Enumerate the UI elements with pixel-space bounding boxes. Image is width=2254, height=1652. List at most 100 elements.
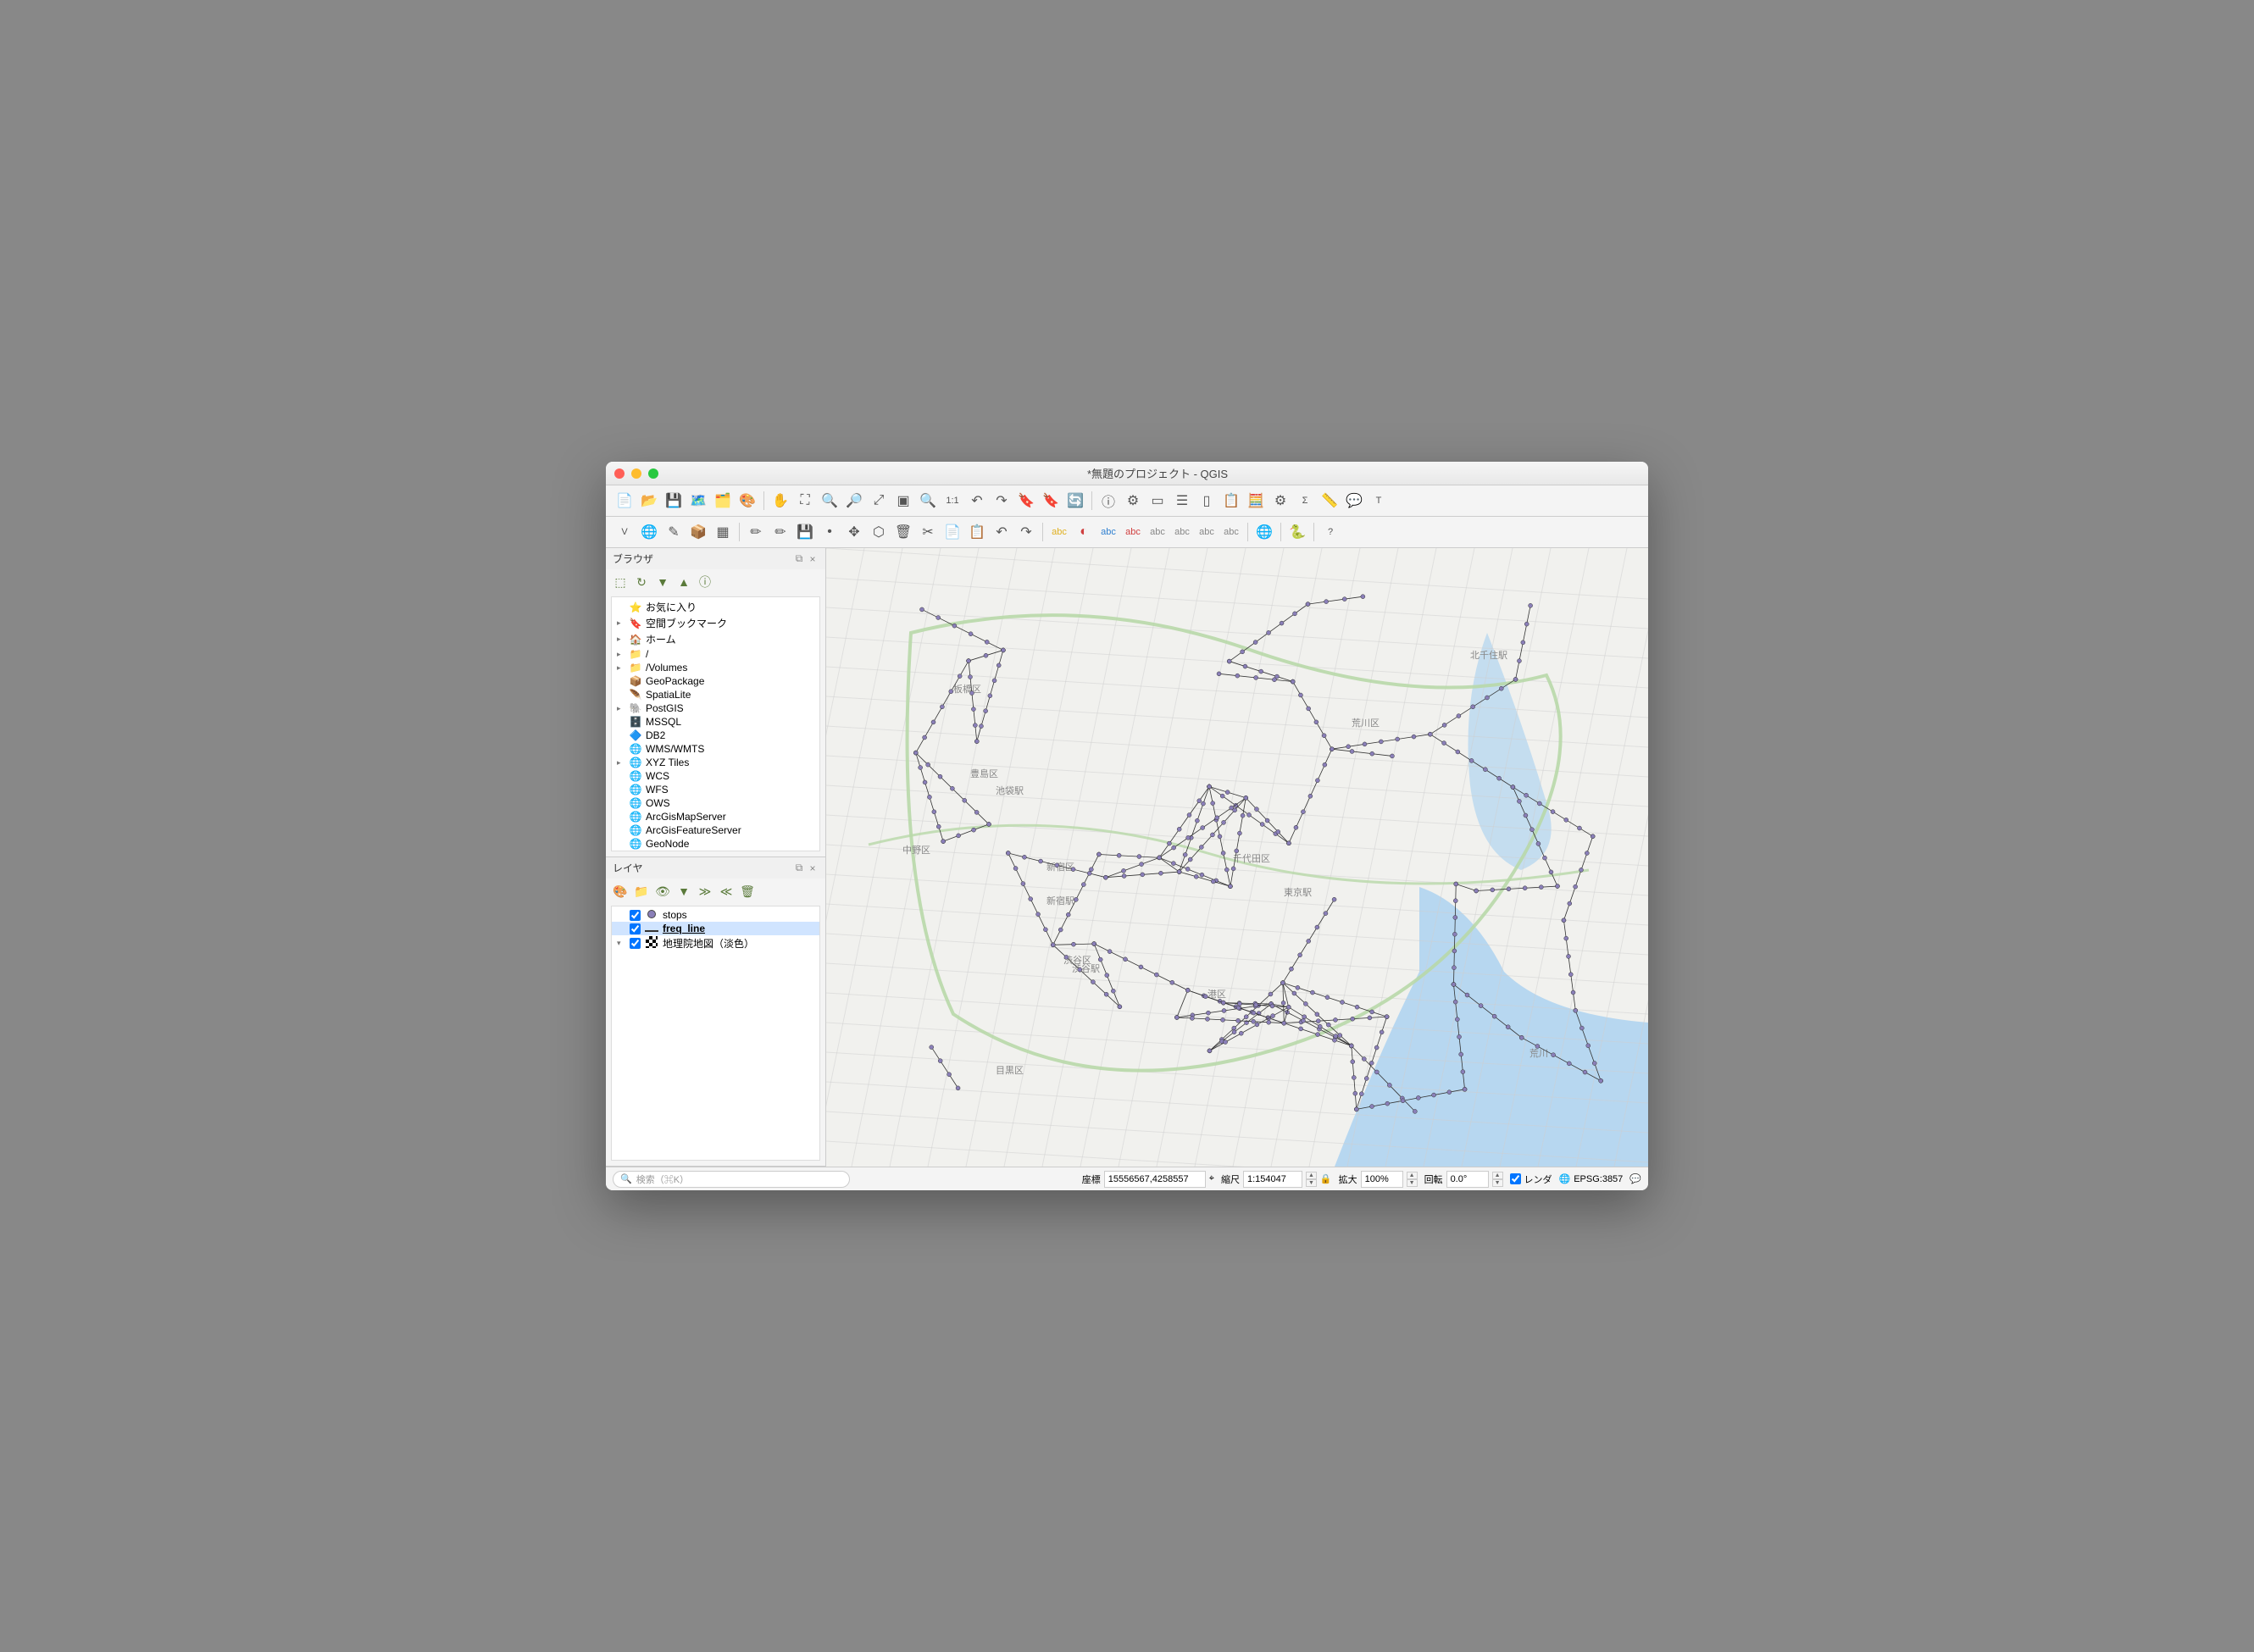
map-canvas[interactable]: 板橋区豊島区中野区新宿区千代田区港区目黒区渋谷区荒川区北千住駅池袋駅新宿駅渋谷駅… (826, 548, 1648, 1167)
cut-icon[interactable]: ✂ (916, 520, 940, 544)
rotation-spinner[interactable]: ▲▼ (1492, 1172, 1503, 1187)
add-vector-icon[interactable]: V (613, 520, 636, 544)
render-checkbox[interactable] (1510, 1173, 1521, 1184)
zoom-out-icon[interactable]: 🔎 (842, 489, 866, 513)
browser-item[interactable]: 🌐ArcGisMapServer (612, 810, 819, 823)
statistics-icon[interactable]: Σ (1293, 489, 1317, 513)
search-input[interactable]: 🔍 検索（⌘K） (613, 1171, 850, 1188)
browser-item[interactable]: 🌐GeoNode (612, 837, 819, 851)
browser-filter-icon[interactable]: ▼ (653, 573, 672, 591)
browser-item[interactable]: ⭐お気に入り (612, 599, 819, 615)
style-manager-icon[interactable]: 🎨 (736, 489, 759, 513)
layer-visibility-icon[interactable]: 👁 (653, 882, 672, 901)
browser-item[interactable]: 🔷DB2 (612, 729, 819, 742)
deselect-icon[interactable]: ▯ (1195, 489, 1219, 513)
layers-tree[interactable]: stopsfreq_line▾地理院地図（淡色） (611, 906, 820, 1161)
label-single-icon[interactable]: abc (1047, 520, 1071, 544)
zoom-layer-icon[interactable]: 🔍 (916, 489, 940, 513)
browser-item[interactable]: 🌐WFS (612, 783, 819, 796)
browser-item[interactable]: 📦GeoPackage (612, 674, 819, 688)
refresh-icon[interactable]: 🔄 (1063, 489, 1087, 513)
copy-icon[interactable]: 📄 (941, 520, 964, 544)
layout-manager-icon[interactable]: 🗂️ (711, 489, 735, 513)
save-edits-icon[interactable]: 💾 (793, 520, 817, 544)
panel-close-icon[interactable]: × (807, 553, 819, 565)
zoom-full-icon[interactable]: ⤢ (867, 489, 891, 513)
redo-icon[interactable]: ↷ (1014, 520, 1038, 544)
new-shapefile-icon[interactable]: ✎ (662, 520, 686, 544)
action-icon[interactable]: ⚙ (1121, 489, 1145, 513)
maximize-icon[interactable] (648, 468, 658, 479)
browser-item[interactable]: ▸🐘PostGIS (612, 701, 819, 715)
layer-addgroup-icon[interactable]: 📁 (632, 882, 651, 901)
label-move-icon[interactable]: abc (1170, 520, 1194, 544)
zoom-last-icon[interactable]: ↶ (965, 489, 989, 513)
layer-checkbox[interactable] (630, 938, 641, 949)
zoom-native-icon[interactable]: 1:1 (941, 489, 964, 513)
scale-input[interactable] (1243, 1171, 1302, 1188)
panel-close-icon[interactable]: × (807, 862, 819, 874)
layer-expand-icon[interactable]: ≫ (696, 882, 714, 901)
crs-field[interactable]: 🌐 EPSG:3857 (1559, 1173, 1624, 1184)
text-annotation-icon[interactable]: T (1367, 489, 1391, 513)
add-raster-icon[interactable]: 🌐 (637, 520, 661, 544)
magnifier-input[interactable] (1361, 1171, 1403, 1188)
new-bookmark-icon[interactable]: 🔖 (1014, 489, 1038, 513)
browser-properties-icon[interactable]: ⓘ (696, 573, 714, 591)
field-calc-icon[interactable]: 🧮 (1244, 489, 1268, 513)
delete-selected-icon[interactable]: 🗑 (891, 520, 915, 544)
undo-icon[interactable]: ↶ (990, 520, 1013, 544)
panel-undock-icon[interactable]: ⧉ (793, 553, 805, 565)
layer-style-icon[interactable]: 🎨 (611, 882, 630, 901)
toolbox-icon[interactable]: ⚙ (1269, 489, 1292, 513)
move-feature-icon[interactable]: ✥ (842, 520, 866, 544)
scale-lock-icon[interactable]: 🔒 (1320, 1173, 1332, 1184)
show-bookmarks-icon[interactable]: 🔖 (1039, 489, 1063, 513)
save-project-icon[interactable]: 💾 (662, 489, 686, 513)
zoom-next-icon[interactable]: ↷ (990, 489, 1013, 513)
map-tips-icon[interactable]: 💬 (1342, 489, 1366, 513)
open-project-icon[interactable]: 📂 (637, 489, 661, 513)
browser-item[interactable]: 🗄️MSSQL (612, 715, 819, 729)
label-rotate-icon[interactable]: abc (1195, 520, 1219, 544)
current-edits-icon[interactable]: ✏ (744, 520, 768, 544)
layer-item[interactable]: freq_line (612, 922, 819, 935)
label-change-icon[interactable]: abc (1219, 520, 1243, 544)
scale-spinner[interactable]: ▲▼ (1306, 1172, 1317, 1187)
browser-item[interactable]: ▸📁/ (612, 647, 819, 661)
toggle-editing-icon[interactable]: ✏ (769, 520, 792, 544)
coord-toggle-icon[interactable]: ⌖ (1209, 1173, 1214, 1184)
label-pin-icon[interactable]: abc (1121, 520, 1145, 544)
new-project-icon[interactable]: 📄 (613, 489, 636, 513)
magnifier-spinner[interactable]: ▲▼ (1407, 1172, 1418, 1187)
close-icon[interactable] (614, 468, 625, 479)
metasearch-icon[interactable]: 🌐 (1252, 520, 1276, 544)
browser-item[interactable]: ▸🌐XYZ Tiles (612, 756, 819, 769)
new-memory-icon[interactable]: ▦ (711, 520, 735, 544)
browser-item[interactable]: 🪶SpatiaLite (612, 688, 819, 701)
node-tool-icon[interactable]: ⬡ (867, 520, 891, 544)
browser-item[interactable]: 🌐WCS (612, 769, 819, 783)
browser-item[interactable]: 🌐WMS/WMTS (612, 742, 819, 756)
layer-remove-icon[interactable]: 🗑 (738, 882, 757, 901)
browser-tree[interactable]: ⭐お気に入り▸🔖空間ブックマーク▸🏠ホーム▸📁/▸📁/Volumes📦GeoPa… (611, 596, 820, 851)
layer-collapse-icon[interactable]: ≪ (717, 882, 736, 901)
select-features-icon[interactable]: ▭ (1146, 489, 1169, 513)
browser-item[interactable]: 🌐ArcGisFeatureServer (612, 823, 819, 837)
new-print-layout-icon[interactable]: 🗺️ (686, 489, 710, 513)
browser-collapse-icon[interactable]: ▲ (675, 573, 693, 591)
identify-icon[interactable]: ⓘ (1096, 489, 1120, 513)
paste-icon[interactable]: 📋 (965, 520, 989, 544)
browser-refresh-icon[interactable]: ↻ (632, 573, 651, 591)
browser-add-icon[interactable]: ⬚ (611, 573, 630, 591)
layer-filter-icon[interactable]: ▼ (675, 882, 693, 901)
layer-item[interactable]: stops (612, 908, 819, 922)
pan-icon[interactable]: ✋ (769, 489, 792, 513)
label-show-hide-icon[interactable]: abc (1146, 520, 1169, 544)
add-feature-icon[interactable]: • (818, 520, 841, 544)
layer-checkbox[interactable] (630, 910, 641, 921)
panel-undock-icon[interactable]: ⧉ (793, 862, 805, 874)
rotation-input[interactable] (1446, 1171, 1489, 1188)
layer-checkbox[interactable] (630, 923, 641, 934)
zoom-selection-icon[interactable]: ▣ (891, 489, 915, 513)
